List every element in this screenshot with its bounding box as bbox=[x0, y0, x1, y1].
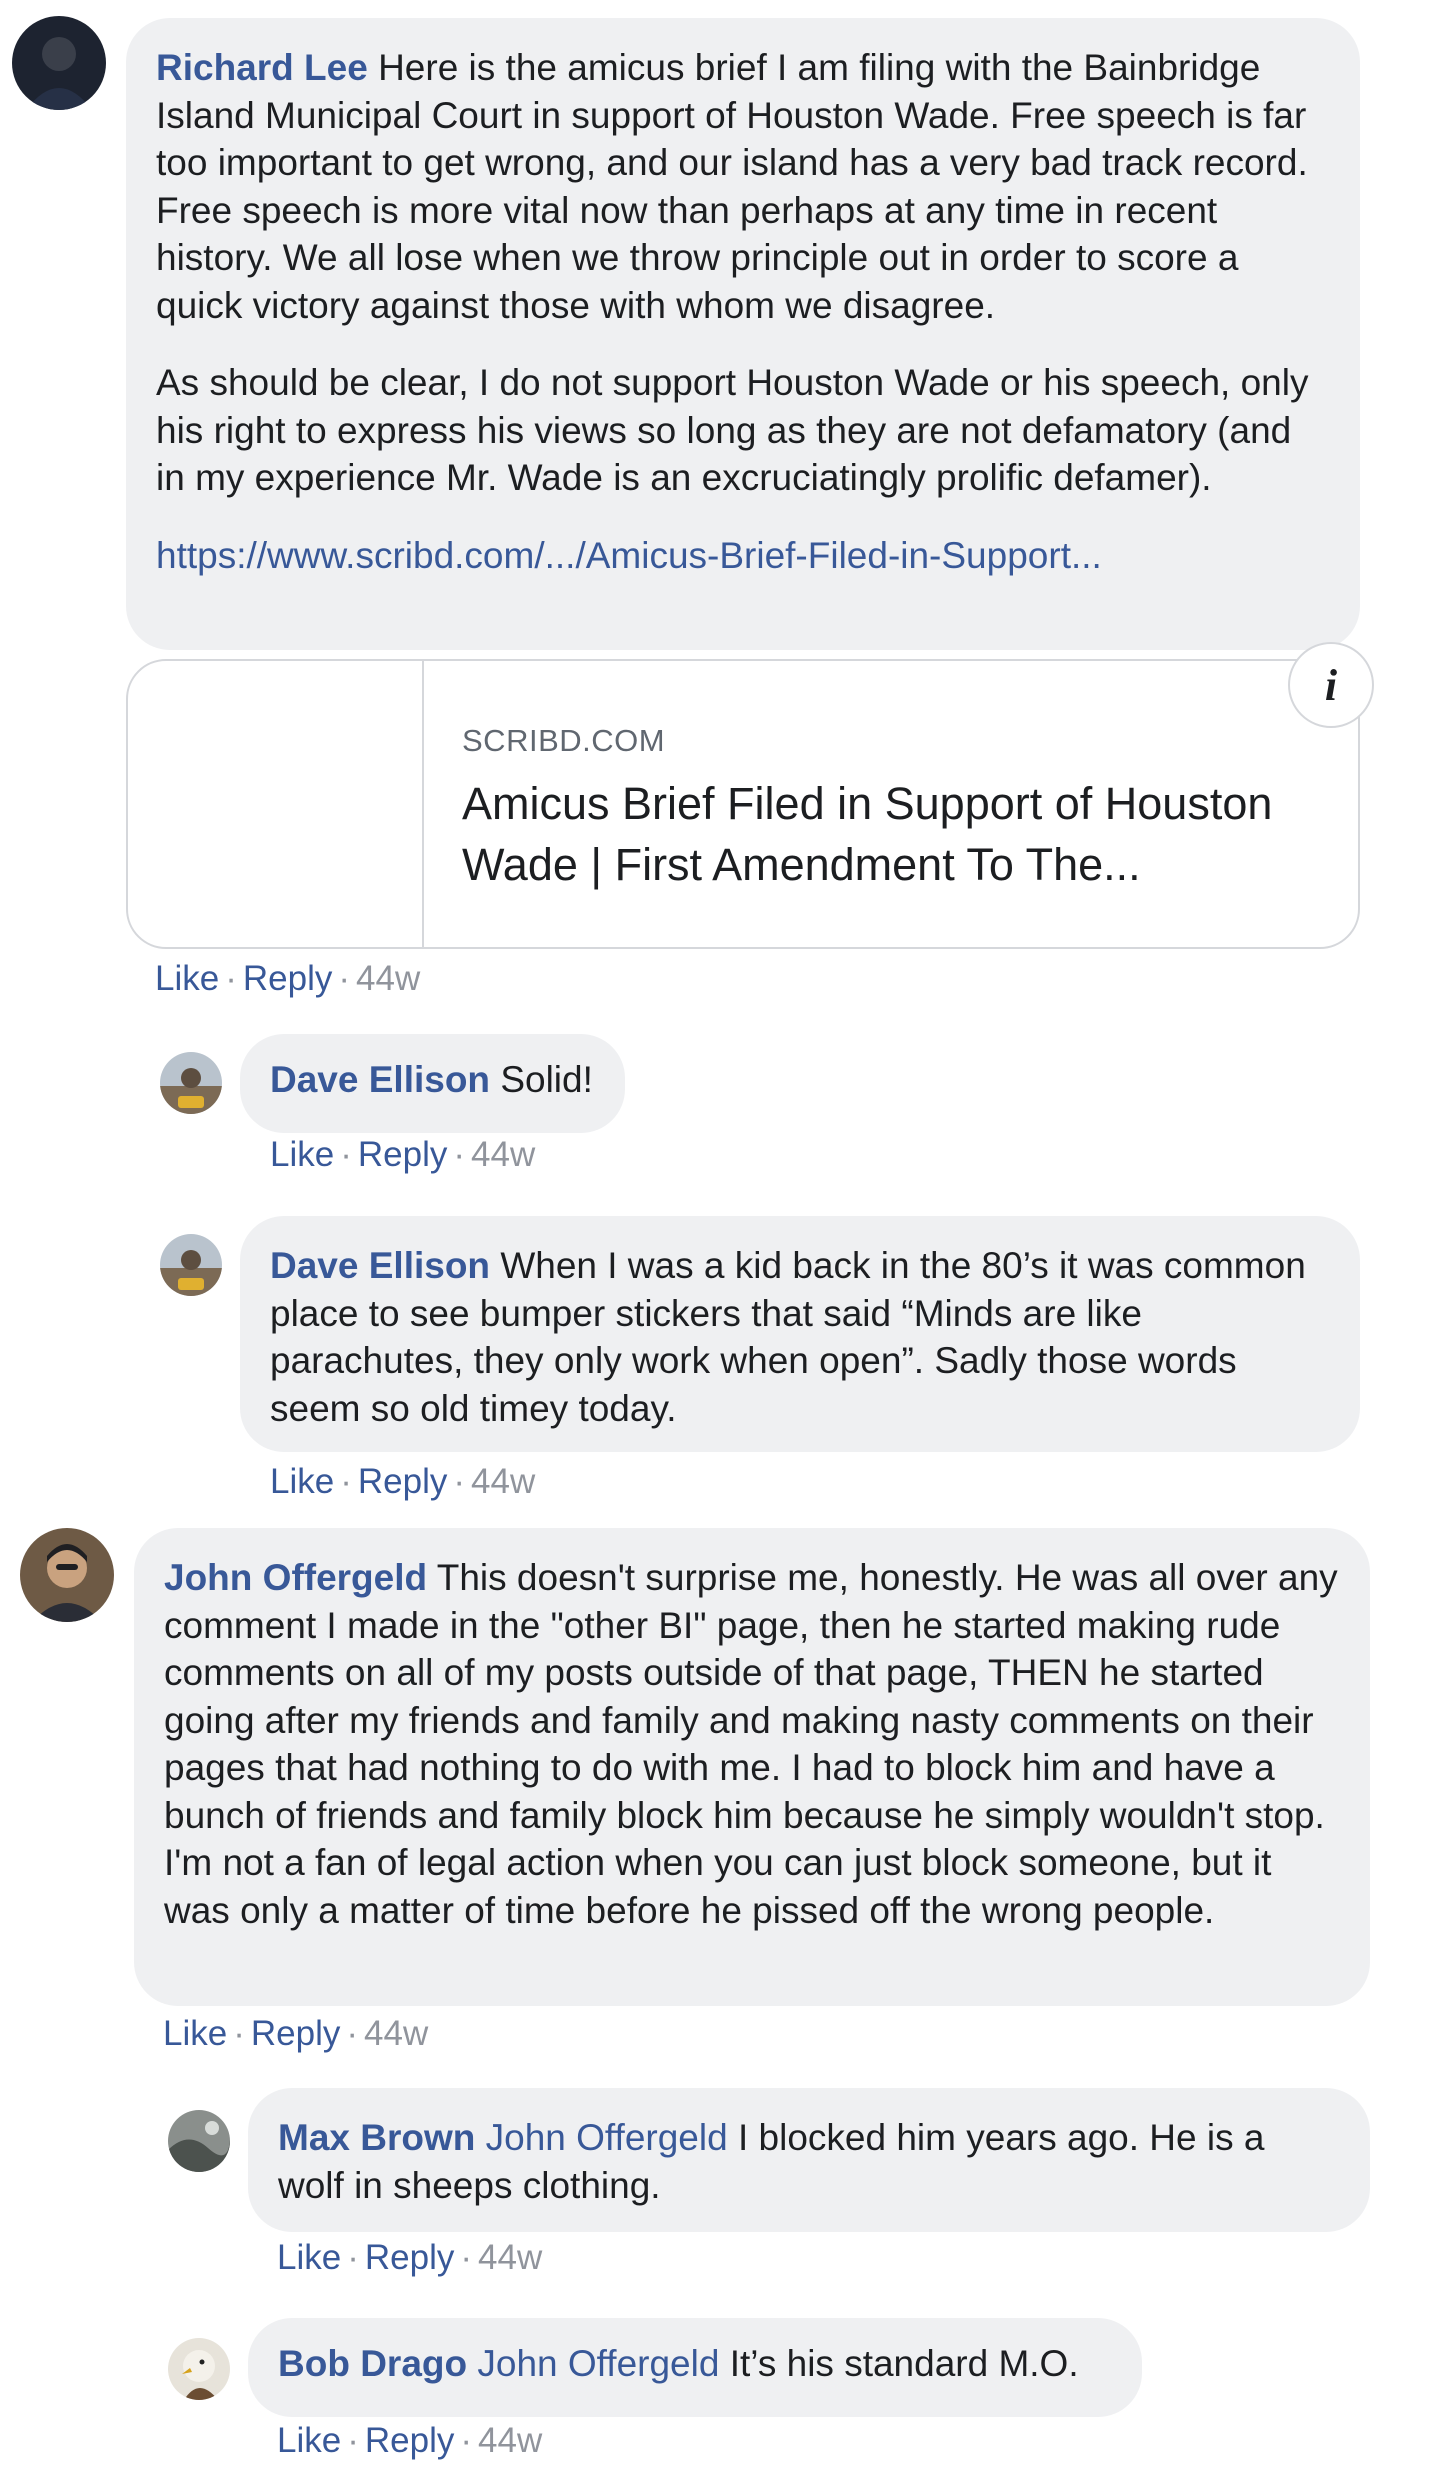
comment-text: As should be clear, I do not support Hou… bbox=[156, 362, 1309, 498]
comment-text: Here is the amicus brief I am filing wit… bbox=[156, 47, 1308, 326]
timestamp[interactable]: 44w bbox=[478, 2421, 542, 2460]
comment-actions: Like · Reply · 44w bbox=[277, 2421, 542, 2461]
comment-actions: Like · Reply · 44w bbox=[277, 2238, 542, 2278]
avatar[interactable] bbox=[168, 2338, 230, 2400]
separator: · bbox=[347, 2238, 359, 2277]
shared-link[interactable]: https://www.scribd.com/.../Amicus-Brief-… bbox=[156, 535, 1102, 576]
mention-link[interactable]: John Offergeld bbox=[477, 2343, 719, 2384]
link-preview-title[interactable]: Amicus Brief Filed in Support of Houston… bbox=[462, 773, 1342, 895]
author-name[interactable]: Dave Ellison bbox=[270, 1059, 490, 1100]
comment-bubble: Dave Ellison When I was a kid back in th… bbox=[240, 1216, 1360, 1452]
comment-actions: Like · Reply · 44w bbox=[270, 1462, 535, 1502]
avatar[interactable] bbox=[168, 2110, 230, 2172]
comment-bubble: Dave Ellison Solid! bbox=[240, 1034, 625, 1133]
like-button[interactable]: Like bbox=[270, 1462, 334, 1501]
avatar[interactable] bbox=[12, 16, 106, 110]
mention-link[interactable]: John Offergeld bbox=[486, 2117, 728, 2158]
separator: · bbox=[338, 959, 351, 998]
like-button[interactable]: Like bbox=[270, 1135, 334, 1174]
separator: · bbox=[233, 2014, 245, 2053]
comment-actions: Like · Reply · 44w bbox=[163, 2014, 428, 2054]
separator: · bbox=[340, 1462, 352, 1501]
separator: · bbox=[225, 959, 237, 998]
avatar[interactable] bbox=[20, 1528, 114, 1622]
comment-bubble: Richard Lee Here is the amicus brief I a… bbox=[126, 18, 1360, 650]
separator: · bbox=[453, 1135, 466, 1174]
comment-text: Solid! bbox=[500, 1059, 593, 1100]
separator: · bbox=[460, 2421, 473, 2460]
reply-button[interactable]: Reply bbox=[251, 2014, 340, 2053]
separator: · bbox=[453, 1462, 466, 1501]
author-name[interactable]: Richard Lee bbox=[156, 47, 368, 88]
comment-actions: Like · Reply · 44w bbox=[155, 959, 420, 999]
author-name[interactable]: John Offergeld bbox=[164, 1557, 427, 1598]
timestamp[interactable]: 44w bbox=[471, 1462, 535, 1501]
separator: · bbox=[460, 2238, 473, 2277]
link-preview-domain: SCRIBD.COM bbox=[462, 723, 666, 758]
reply-button[interactable]: Reply bbox=[365, 2421, 454, 2460]
like-button[interactable]: Like bbox=[163, 2014, 227, 2053]
timestamp[interactable]: 44w bbox=[364, 2014, 428, 2053]
author-name[interactable]: Max Brown bbox=[278, 2117, 475, 2158]
separator: · bbox=[340, 1135, 352, 1174]
comment-text: It’s his standard M.O. bbox=[729, 2343, 1079, 2384]
reply-button[interactable]: Reply bbox=[358, 1135, 447, 1174]
comment-actions: Like · Reply · 44w bbox=[270, 1135, 535, 1175]
separator: · bbox=[347, 2421, 359, 2460]
timestamp[interactable]: 44w bbox=[471, 1135, 535, 1174]
avatar[interactable] bbox=[160, 1234, 222, 1296]
link-preview-thumbnail bbox=[128, 661, 424, 947]
comment-bubble: John Offergeld This doesn't surprise me,… bbox=[134, 1528, 1370, 2006]
comment-bubble: Max Brown John Offergeld I blocked him y… bbox=[248, 2088, 1370, 2232]
like-button[interactable]: Like bbox=[155, 959, 219, 998]
author-name[interactable]: Bob Drago bbox=[278, 2343, 467, 2384]
reply-button[interactable]: Reply bbox=[358, 1462, 447, 1501]
reply-button[interactable]: Reply bbox=[243, 959, 332, 998]
info-icon[interactable]: i bbox=[1288, 642, 1374, 728]
like-button[interactable]: Like bbox=[277, 2238, 341, 2277]
avatar[interactable] bbox=[160, 1052, 222, 1114]
like-button[interactable]: Like bbox=[277, 2421, 341, 2460]
timestamp[interactable]: 44w bbox=[356, 959, 420, 998]
timestamp[interactable]: 44w bbox=[478, 2238, 542, 2277]
separator: · bbox=[346, 2014, 359, 2053]
link-preview-card[interactable]: SCRIBD.COM Amicus Brief Filed in Support… bbox=[126, 659, 1360, 949]
reply-button[interactable]: Reply bbox=[365, 2238, 454, 2277]
comment-text: This doesn't surprise me, honestly. He w… bbox=[164, 1557, 1338, 1931]
author-name[interactable]: Dave Ellison bbox=[270, 1245, 490, 1286]
comment-bubble: Bob Drago John Offergeld It’s his standa… bbox=[248, 2318, 1142, 2417]
